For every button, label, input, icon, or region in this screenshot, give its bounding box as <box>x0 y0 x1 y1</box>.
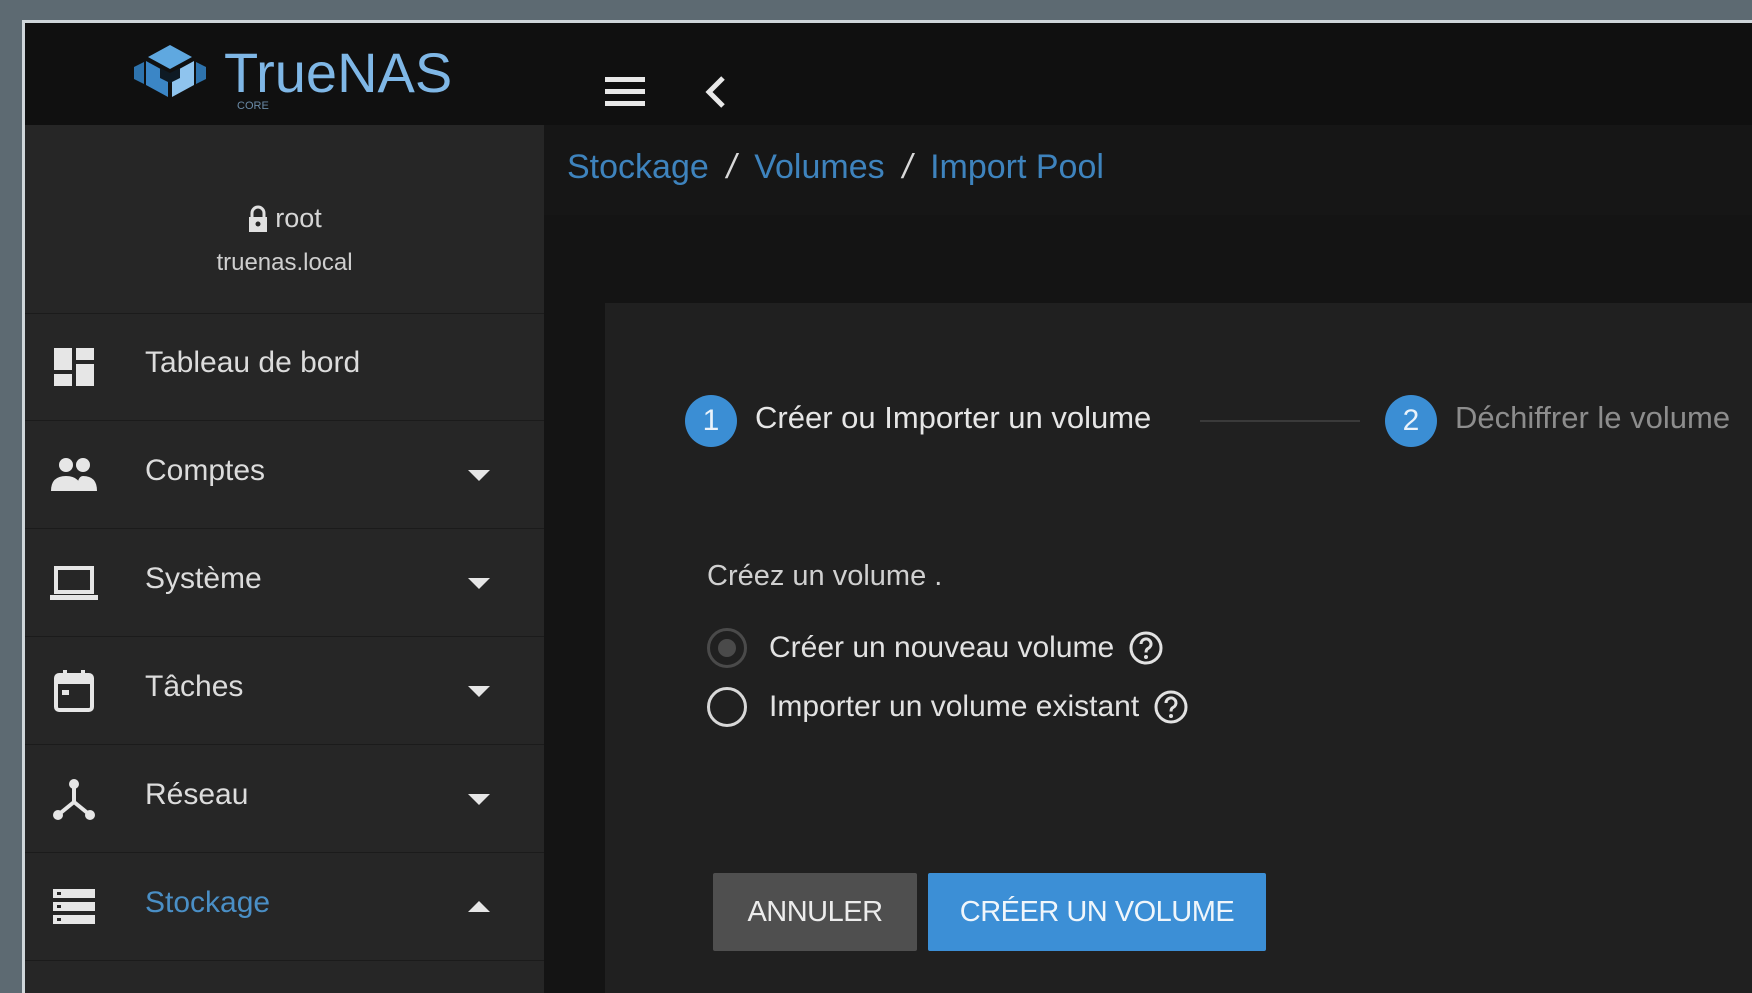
help-icon[interactable] <box>1153 689 1189 725</box>
caret-down-icon <box>468 578 490 589</box>
hamburger-menu-button[interactable] <box>603 75 647 111</box>
top-bar: TrueNAS CORE <box>25 23 1752 125</box>
sidebar-item-label: Système <box>145 562 262 595</box>
logo-text: TrueNAS <box>224 41 453 104</box>
sidebar-item-system[interactable]: Système <box>25 529 544 637</box>
hamburger-icon <box>605 77 645 106</box>
user-name-row: root <box>25 203 544 234</box>
caret-down-icon <box>468 470 490 481</box>
truenas-logo-icon <box>134 45 206 97</box>
sidebar-item-label: Stockage <box>145 886 271 919</box>
sidebar-item-label: Comptes <box>145 454 266 487</box>
stepper-connector <box>1200 420 1360 422</box>
section-label: Créez un volume . <box>707 560 943 592</box>
network-icon <box>53 779 95 820</box>
cancel-button[interactable]: ANNULER <box>713 873 917 951</box>
sidebar: root truenas.local Tableau de bord Compt… <box>25 125 544 993</box>
breadcrumb-storage[interactable]: Stockage <box>567 148 709 187</box>
breadcrumb-volumes[interactable]: Volumes <box>754 148 884 187</box>
caret-up-icon <box>468 901 490 912</box>
chevron-left-icon <box>705 76 725 108</box>
sidebar-item-network[interactable]: Réseau <box>25 745 544 853</box>
radio-label: Créer un nouveau volume <box>769 631 1115 664</box>
logo-edition: CORE <box>237 100 269 112</box>
lock-icon <box>249 205 268 232</box>
truenas-logo[interactable]: TrueNAS <box>130 41 452 105</box>
sidebar-item-label: Réseau <box>145 778 249 811</box>
user-name: root <box>275 203 322 233</box>
sidebar-item-accounts[interactable]: Comptes <box>25 421 544 529</box>
option-import-existing-volume[interactable]: Importer un volume existant <box>707 687 1189 727</box>
breadcrumb: Stockage / Volumes / Import Pool <box>567 148 1104 187</box>
calendar-icon <box>54 670 94 712</box>
laptop-icon <box>50 566 98 600</box>
radio-import-existing-volume[interactable] <box>707 687 747 727</box>
sidebar-item-tasks[interactable]: Tâches <box>25 637 544 745</box>
caret-down-icon <box>468 794 490 805</box>
storage-icon <box>53 889 95 924</box>
step-2-indicator: 2 <box>1385 395 1437 447</box>
sidebar-item-storage[interactable]: Stockage <box>25 853 544 961</box>
breadcrumb-separator: / <box>726 148 737 186</box>
people-icon <box>51 458 97 491</box>
dashboard-icon <box>54 348 94 386</box>
radio-label: Importer un volume existant <box>769 690 1140 723</box>
breadcrumb-import-pool: Import Pool <box>930 148 1104 186</box>
sidebar-item-label: Tâches <box>145 670 244 703</box>
user-host: truenas.local <box>216 249 353 276</box>
radio-create-new-volume[interactable] <box>707 628 747 668</box>
sidebar-item-label: Tableau de bord <box>145 346 361 379</box>
step-1-indicator: 1 <box>685 395 737 447</box>
option-create-new-volume[interactable]: Créer un nouveau volume <box>707 628 1164 668</box>
step-1-label: Créer ou Importer un volume <box>755 400 1152 435</box>
breadcrumb-separator: / <box>902 148 913 186</box>
help-icon[interactable] <box>1128 630 1164 666</box>
app-window: TrueNAS CORE root truenas.local Tableau … <box>22 20 1752 993</box>
create-volume-button[interactable]: CRÉER UN VOLUME <box>928 873 1266 951</box>
user-info: root truenas.local <box>25 125 544 314</box>
collapse-sidebar-button[interactable] <box>697 70 737 114</box>
sidebar-item-dashboard[interactable]: Tableau de bord <box>25 313 544 421</box>
caret-down-icon <box>468 686 490 697</box>
step-2-label: Déchiffrer le volume <box>1455 400 1731 435</box>
